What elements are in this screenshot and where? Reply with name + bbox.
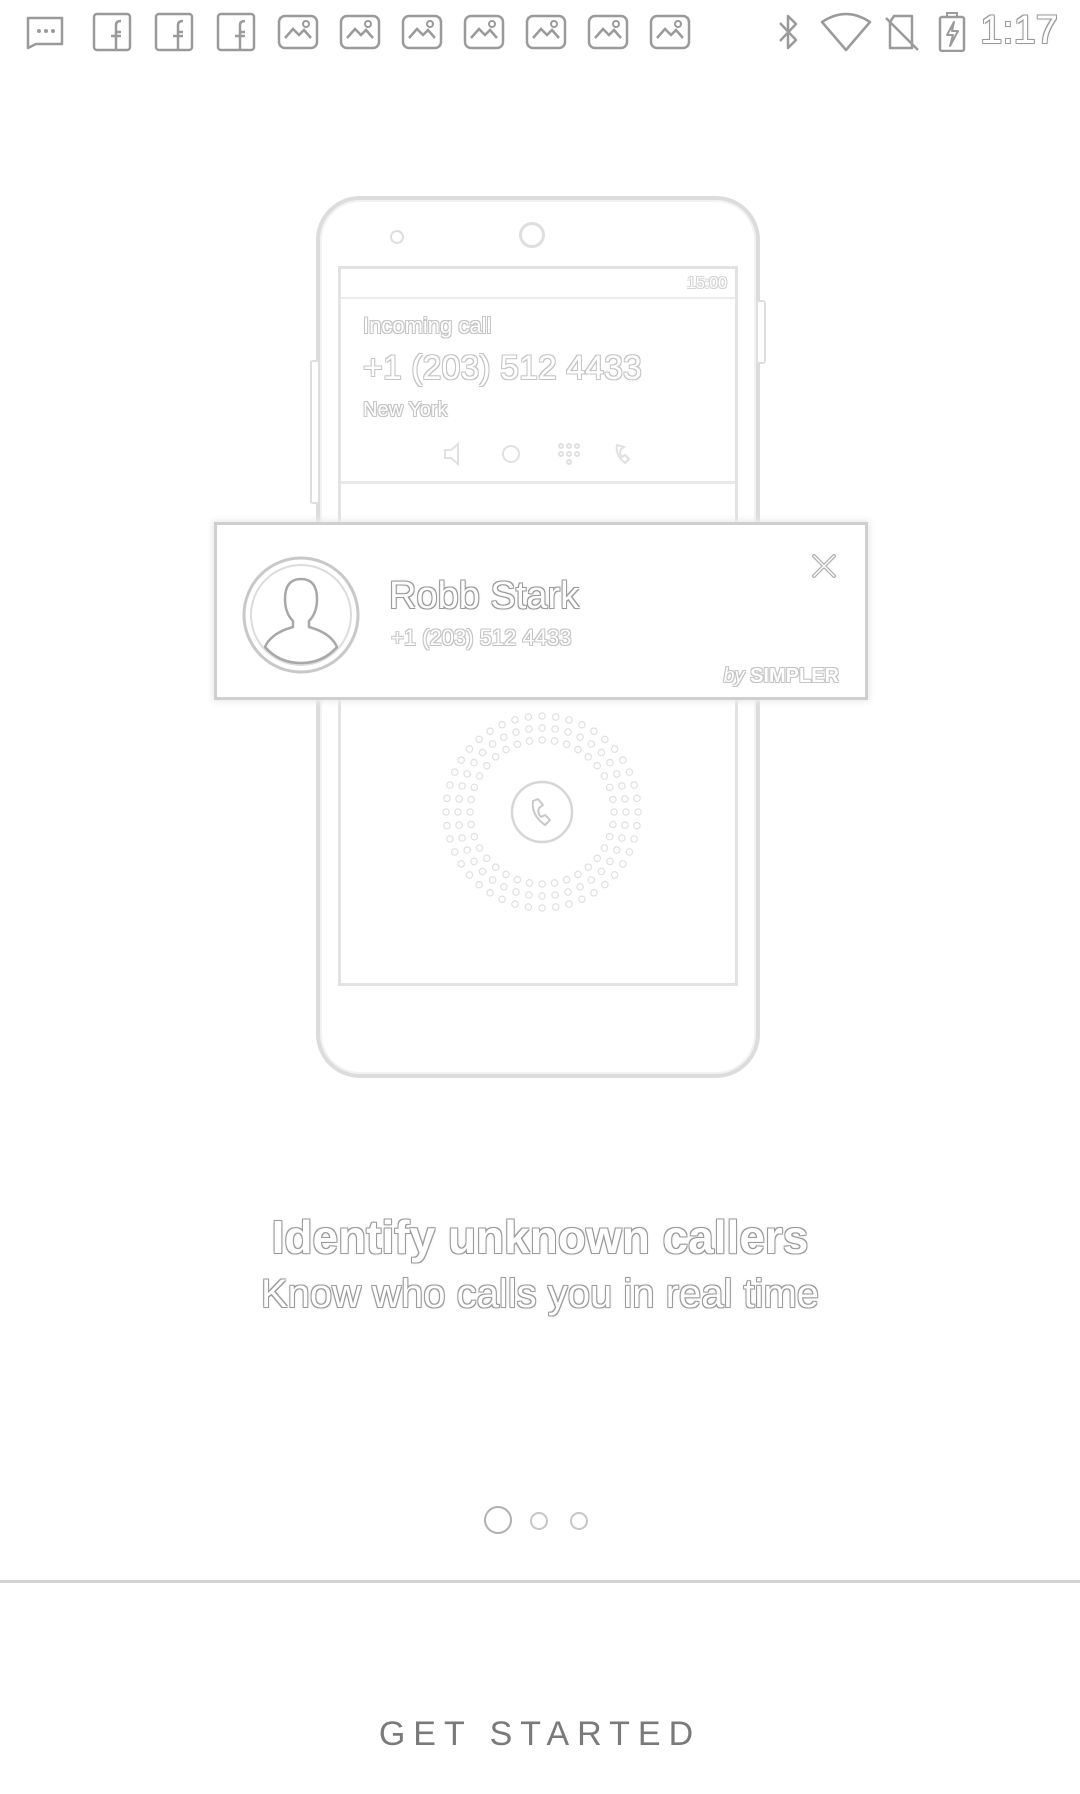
caller-name: Robb Stark [389,575,580,617]
photo-icon [525,14,567,50]
page-dot [570,1512,588,1530]
no-sim-icon [885,14,919,51]
facebook-icon [216,12,256,52]
phone-earpiece [519,222,545,248]
speaker-icon [444,441,459,467]
page-dot-active [484,1506,512,1534]
screen-status-bar: 15:00 [341,269,735,299]
incoming-call-number: +1 (203) 512 4433 [363,349,642,387]
caller-number: +1 (203) 512 4433 [391,625,572,650]
onboarding-subtitle: Know who calls you in real time [260,1272,820,1316]
photo-icon [401,14,443,50]
incoming-call-location: New York [363,399,448,421]
brand-name: SIMPLER [750,665,839,687]
avatar-icon [242,556,360,674]
brand-tag: by SIMPLER [723,665,839,688]
messenger-icon [26,16,64,50]
battery-charging-icon [938,12,966,52]
screen-status-time: 15:00 [686,275,727,292]
caller-id-card: Robb Stark +1 (203) 512 4433 by SIMPLER [214,522,868,700]
keypad-icon [558,443,580,465]
wifi-icon [820,12,872,52]
brand-prefix: by [723,665,745,687]
phone-volume-button [310,360,320,504]
page-indicator [484,1504,596,1536]
get-started-button[interactable]: GET STARTED [0,1583,1080,1794]
get-started-label: GET STARTED [378,1715,702,1753]
status-bar: 1:17 [0,0,1080,66]
status-time: 1:17 [980,8,1058,52]
facebook-icon [154,12,194,52]
onboarding-title: Identify unknown callers [271,1211,809,1263]
phone-power-button [756,300,766,364]
photo-icon [339,14,381,50]
mute-icon [502,445,520,463]
page-dot [530,1512,548,1530]
photo-icon [649,14,691,50]
photo-icon [587,14,629,50]
screen-divider [341,481,735,484]
front-camera [390,230,404,244]
close-icon [812,554,836,578]
facebook-icon [92,12,132,52]
photo-icon [463,14,505,50]
call-action-icons [444,441,631,467]
hold-icon [615,443,631,465]
answer-call-ring [442,712,642,912]
bluetooth-icon [779,14,798,50]
photo-icon [277,14,319,50]
incoming-call-label: Incoming call [363,313,492,338]
